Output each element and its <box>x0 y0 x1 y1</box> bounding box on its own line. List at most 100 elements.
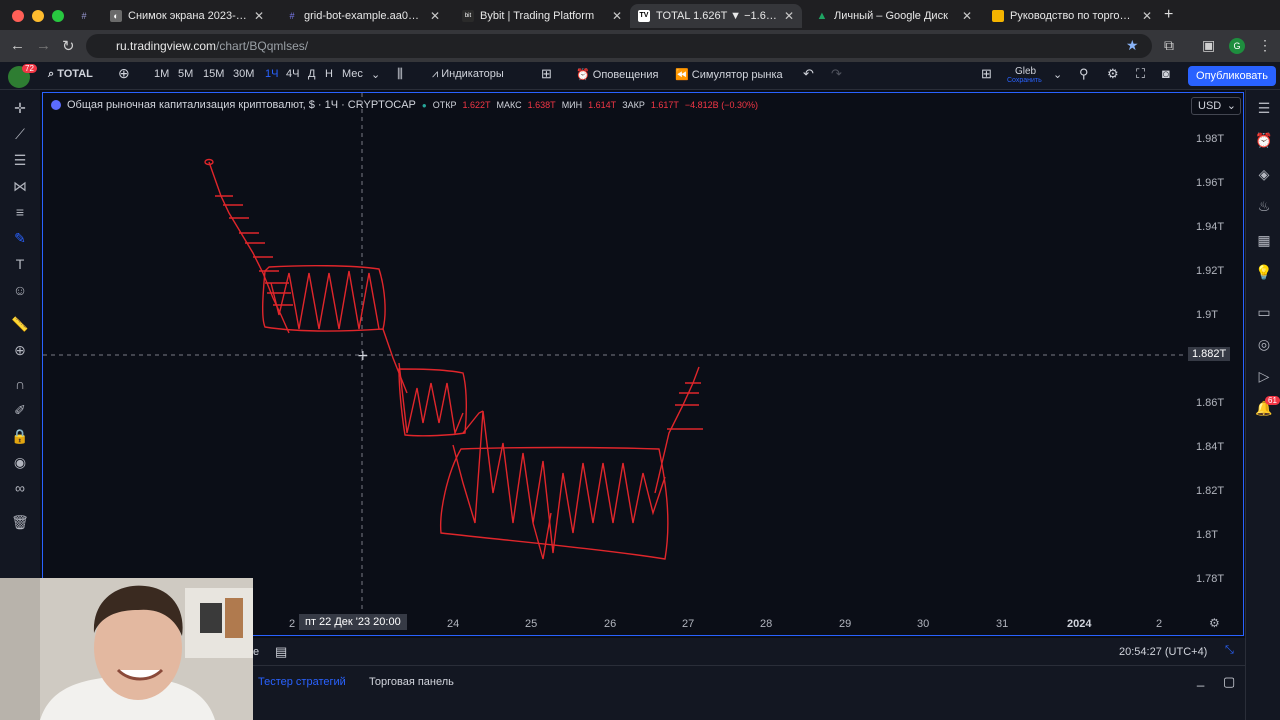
chat-icon[interactable]: ▭ <box>1254 304 1274 321</box>
price-tick: 1.82T <box>1196 485 1225 497</box>
interval-dropdown-icon[interactable]: ⌄ <box>371 68 380 81</box>
browser-menu-icon[interactable]: ⋮ <box>1258 37 1272 54</box>
address-bar-row: ← → ↻ ru.tradingview.com/chart/BQqmlses/… <box>0 30 1280 62</box>
interval-1h[interactable]: 1Ч <box>265 68 278 80</box>
minimize-window-button[interactable] <box>32 10 44 22</box>
emoji-icon[interactable]: ☺ <box>10 282 30 298</box>
close-tab-icon[interactable]: ✕ <box>430 9 440 23</box>
interval-15m[interactable]: 15М <box>203 68 224 80</box>
new-tab-button[interactable]: + <box>1164 6 1173 24</box>
ruler-icon[interactable]: 📏 <box>10 316 30 333</box>
tab-strategy-tester[interactable]: Тестер стратегий <box>258 676 346 688</box>
trash-icon[interactable]: 🗑 <box>10 514 30 531</box>
interval-d[interactable]: Д <box>308 68 315 80</box>
redo-icon[interactable]: ↷ <box>831 66 842 82</box>
chart-settings-icon[interactable]: ⤡ <box>1225 644 1234 657</box>
fullscreen-icon[interactable]: ⛶ <box>1136 66 1145 82</box>
tradingview-icon: TV <box>638 10 650 22</box>
alerts-button[interactable]: ⏰ Оповещения <box>576 68 658 81</box>
quick-search-icon[interactable]: ⚲ <box>1079 66 1089 82</box>
undo-icon[interactable]: ↶ <box>803 66 814 82</box>
close-tab-icon[interactable]: ✕ <box>254 9 264 23</box>
calendar-icon[interactable]: ▦ <box>1254 232 1274 249</box>
price-tick: 1.98T <box>1196 133 1225 145</box>
alarm-clock-icon[interactable]: ⏰ <box>1254 132 1274 149</box>
symbol-search[interactable]: ⌕ TOTAL <box>48 68 93 81</box>
browser-tab-grid-bot[interactable]: # grid-bot-example.aa0d053a ✕ <box>278 4 448 28</box>
link-icon[interactable]: ∞ <box>10 480 30 496</box>
maximize-window-button[interactable] <box>52 10 64 22</box>
browser-tab-guide[interactable]: Руководство по торговле с ✕ <box>984 4 1160 28</box>
browser-tab-pinned[interactable]: # <box>70 4 100 28</box>
tab-title: TOTAL 1.626T ▼ −1.61% Gleb <box>656 10 778 22</box>
streams-icon[interactable]: ◎ <box>1254 336 1274 353</box>
ideas-bulb-icon[interactable]: 💡 <box>1254 264 1274 281</box>
reload-icon[interactable]: ↻ <box>62 37 75 55</box>
watchlist-icon[interactable]: ☰ <box>1254 100 1274 117</box>
maximize-panel-icon[interactable]: ▢ <box>1223 674 1235 690</box>
close-tab-icon[interactable]: ✕ <box>612 9 622 23</box>
back-icon[interactable]: ← <box>10 37 25 54</box>
browser-tab-tradingview[interactable]: TV TOTAL 1.626T ▼ −1.61% Gleb ✕ <box>630 4 802 28</box>
browser-tab-bybit[interactable]: bit Bybit | Trading Platform ✕ <box>454 4 630 28</box>
close-tab-icon[interactable]: ✕ <box>962 9 972 23</box>
price-tick: 1.96T <box>1196 177 1225 189</box>
hash-icon: # <box>289 11 295 21</box>
freehand-drawing <box>204 158 703 560</box>
zoom-in-icon[interactable]: ⊕ <box>10 342 30 359</box>
date-range-calendar-icon[interactable]: ▤ <box>275 644 287 660</box>
trend-line-icon[interactable]: ⟋ <box>10 126 30 143</box>
indicators-button[interactable]: ⩘ Индикаторы <box>432 68 504 81</box>
lock-icon[interactable]: 🔒 <box>10 428 30 445</box>
axis-settings-gear-icon[interactable]: ⚙ <box>1209 616 1220 630</box>
time-tick: 2 <box>1156 618 1163 630</box>
extensions-icon[interactable]: ⧉ <box>1164 37 1174 54</box>
tab-trading-panel[interactable]: Торговая панель <box>369 676 454 688</box>
hotlist-flame-icon[interactable]: ♨ <box>1254 198 1274 215</box>
url-path: /chart/BQqmlses/ <box>216 39 309 53</box>
prediction-icon[interactable]: ≡ <box>10 204 30 220</box>
interval-30m[interactable]: 30М <box>233 68 254 80</box>
brush-icon[interactable]: ✎ <box>10 230 30 247</box>
camera-icon[interactable]: ◙ <box>1162 66 1170 81</box>
drawing-canvas[interactable]: + <box>43 93 1245 637</box>
browser-tab-screenshot[interactable]: ◐ Снимок экрана 2023-12-28 ✕ <box>102 4 272 28</box>
forward-icon[interactable]: → <box>36 37 51 54</box>
lock-drawing-icon[interactable]: ✐ <box>10 402 30 419</box>
interval-w[interactable]: Н <box>325 68 333 80</box>
url-field[interactable]: ru.tradingview.com/chart/BQqmlses/ <box>86 34 1152 58</box>
close-window-button[interactable] <box>12 10 24 22</box>
close-tab-icon[interactable]: ✕ <box>1142 9 1152 23</box>
interval-4h[interactable]: 4Ч <box>286 68 299 80</box>
interval-month[interactable]: Мес <box>342 68 363 80</box>
fib-icon[interactable]: ☰ <box>10 152 30 169</box>
profile-avatar[interactable]: G <box>1229 38 1245 54</box>
layout-grid-icon[interactable]: ⊞ <box>981 66 992 82</box>
sidebar-icon[interactable]: ▣ <box>1202 37 1215 54</box>
time-tick: 25 <box>525 618 538 630</box>
settings-gear-icon[interactable]: ⚙ <box>1107 66 1119 82</box>
replay-button[interactable]: ⏪ Симулятор рынка <box>675 68 783 81</box>
compare-symbol-icon[interactable]: ⊕ <box>118 65 130 82</box>
candles-icon[interactable]: ⫼ <box>397 66 403 82</box>
magnet-icon[interactable]: ∩ <box>10 376 30 392</box>
layout-save-status[interactable]: Сохранить <box>1007 77 1042 84</box>
browser-tab-google-drive[interactable]: ▲ Личный – Google Диск ✕ <box>808 4 980 28</box>
play-forward-icon[interactable]: ▷ <box>1254 368 1274 385</box>
crosshair-icon[interactable]: ✛ <box>10 100 30 117</box>
pattern-icon[interactable]: ⋈ <box>10 178 30 195</box>
layers-icon[interactable]: ◈ <box>1254 166 1274 183</box>
layout-name[interactable]: Gleb <box>1015 66 1036 77</box>
close-tab-icon[interactable]: ✕ <box>784 9 794 23</box>
bookmark-star-icon[interactable]: ★ <box>1126 37 1139 54</box>
layout-dropdown-icon[interactable]: ⌄ <box>1053 68 1062 81</box>
chart-pane[interactable]: Общая рыночная капитализация криптовалют… <box>42 92 1244 636</box>
interval-1m[interactable]: 1М <box>154 68 169 80</box>
text-icon[interactable]: T <box>10 256 30 272</box>
timezone-clock[interactable]: 20:54:27 (UTC+4) <box>1119 646 1207 658</box>
minimize-panel-icon[interactable]: _ <box>1197 672 1204 687</box>
eye-icon[interactable]: ◉ <box>10 454 30 471</box>
publish-button[interactable]: Опубликовать <box>1188 66 1276 86</box>
templates-icon[interactable]: ⊞ <box>541 66 552 82</box>
interval-5m[interactable]: 5М <box>178 68 193 80</box>
